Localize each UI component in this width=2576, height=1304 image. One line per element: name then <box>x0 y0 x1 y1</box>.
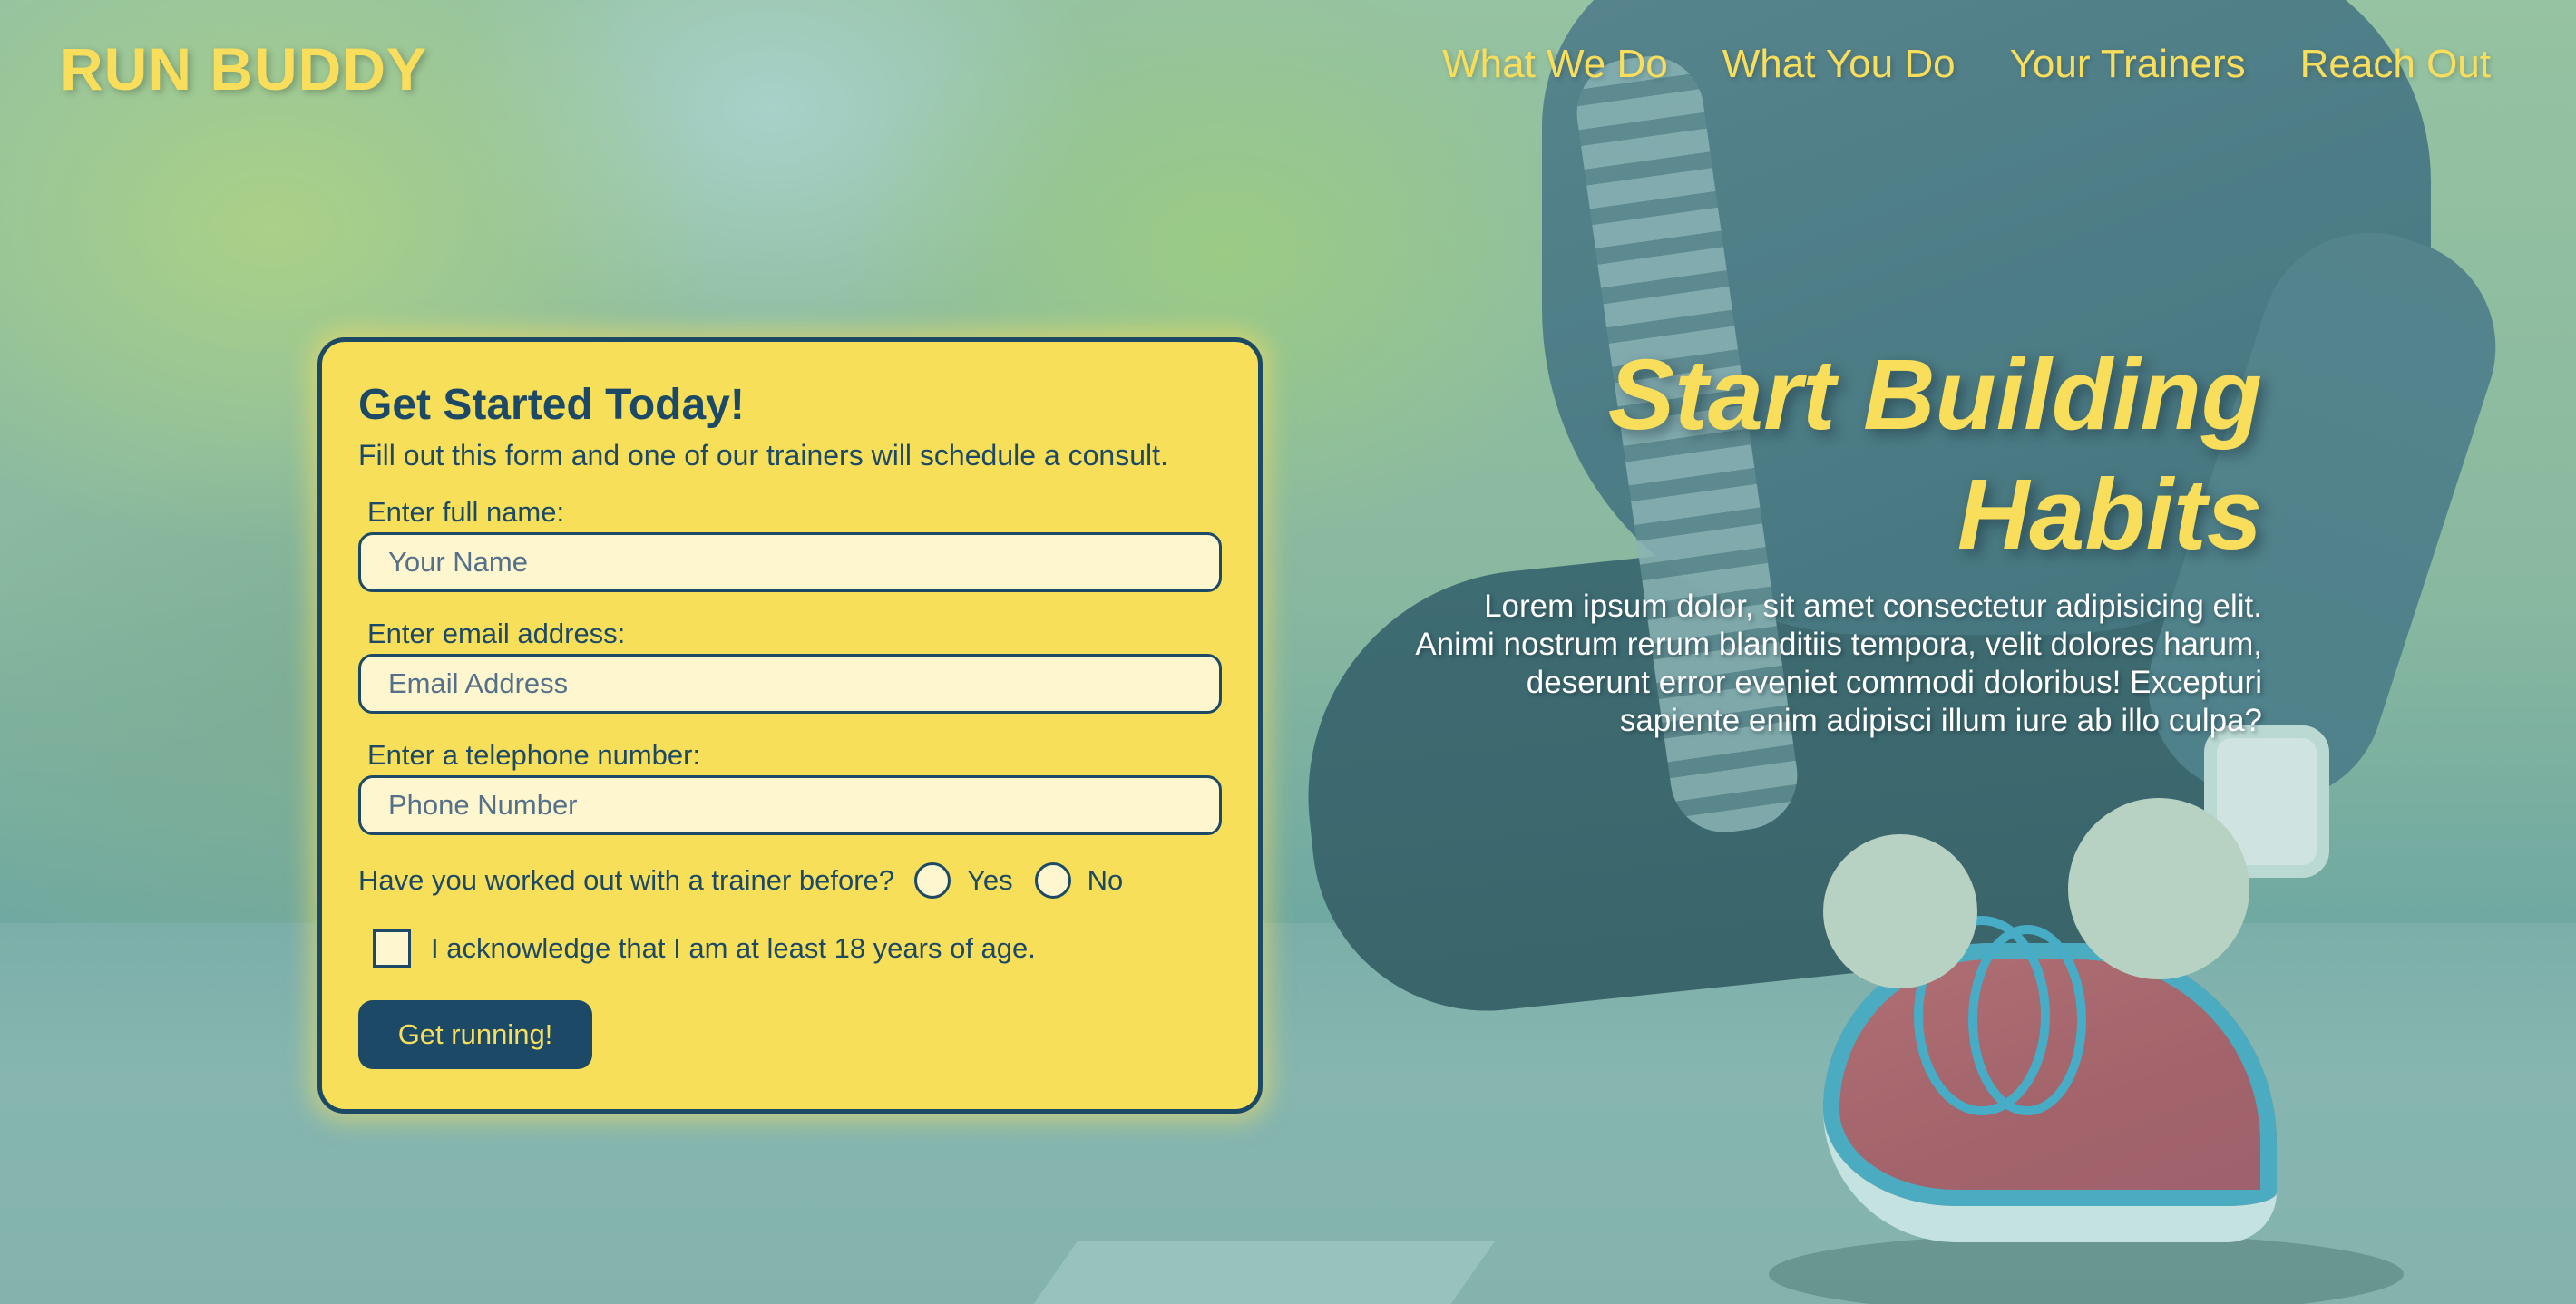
signup-form-card: Get Started Today! Fill out this form an… <box>317 337 1263 1114</box>
hero-body-text: Lorem ipsum dolor, sit amet consectetur … <box>1415 589 2262 738</box>
trainer-question-row: Have you worked out with a trainer befor… <box>358 862 1222 899</box>
nav-link-your-trainers[interactable]: Your Trainers <box>2010 42 2246 87</box>
email-input[interactable] <box>358 654 1222 714</box>
radio-yes[interactable] <box>914 862 951 899</box>
get-running-button[interactable]: Get running! <box>358 1000 592 1069</box>
email-field-group: Enter email address: <box>358 618 1222 714</box>
age-checkbox[interactable] <box>373 929 411 968</box>
age-checkbox-label: I acknowledge that I am at least 18 year… <box>431 932 1036 964</box>
name-label: Enter full name: <box>367 496 565 528</box>
radio-no[interactable] <box>1034 862 1071 899</box>
name-field-group: Enter full name: <box>358 496 1222 592</box>
nav-link-what-we-do[interactable]: What We Do <box>1442 42 1668 87</box>
trainer-question-label: Have you worked out with a trainer befor… <box>358 864 895 896</box>
email-label: Enter email address: <box>367 618 626 649</box>
site-header: RUN BUDDY What We Do What You Do Your Tr… <box>0 0 2576 136</box>
phone-field-group: Enter a telephone number: <box>358 739 1222 835</box>
hero-text-block: Start Building Habits Lorem ipsum dolor,… <box>1415 336 2262 740</box>
name-input[interactable] <box>358 532 1222 592</box>
phone-label: Enter a telephone number: <box>367 739 701 771</box>
form-subtitle: Fill out this form and one of our traine… <box>358 439 1168 472</box>
main-nav: What We Do What You Do Your Trainers Rea… <box>1442 42 2491 87</box>
radio-yes-label: Yes <box>967 864 1013 896</box>
nav-link-reach-out[interactable]: Reach Out <box>2300 42 2491 87</box>
phone-input[interactable] <box>358 775 1222 835</box>
site-logo[interactable]: RUN BUDDY <box>60 34 427 103</box>
age-acknowledgement-row: I acknowledge that I am at least 18 year… <box>373 929 1222 968</box>
hero-heading: Start Building Habits <box>1607 339 2262 570</box>
radio-no-label: No <box>1087 864 1124 896</box>
form-title: Get Started Today! <box>358 381 745 429</box>
nav-link-what-you-do[interactable]: What You Do <box>1722 42 1956 87</box>
